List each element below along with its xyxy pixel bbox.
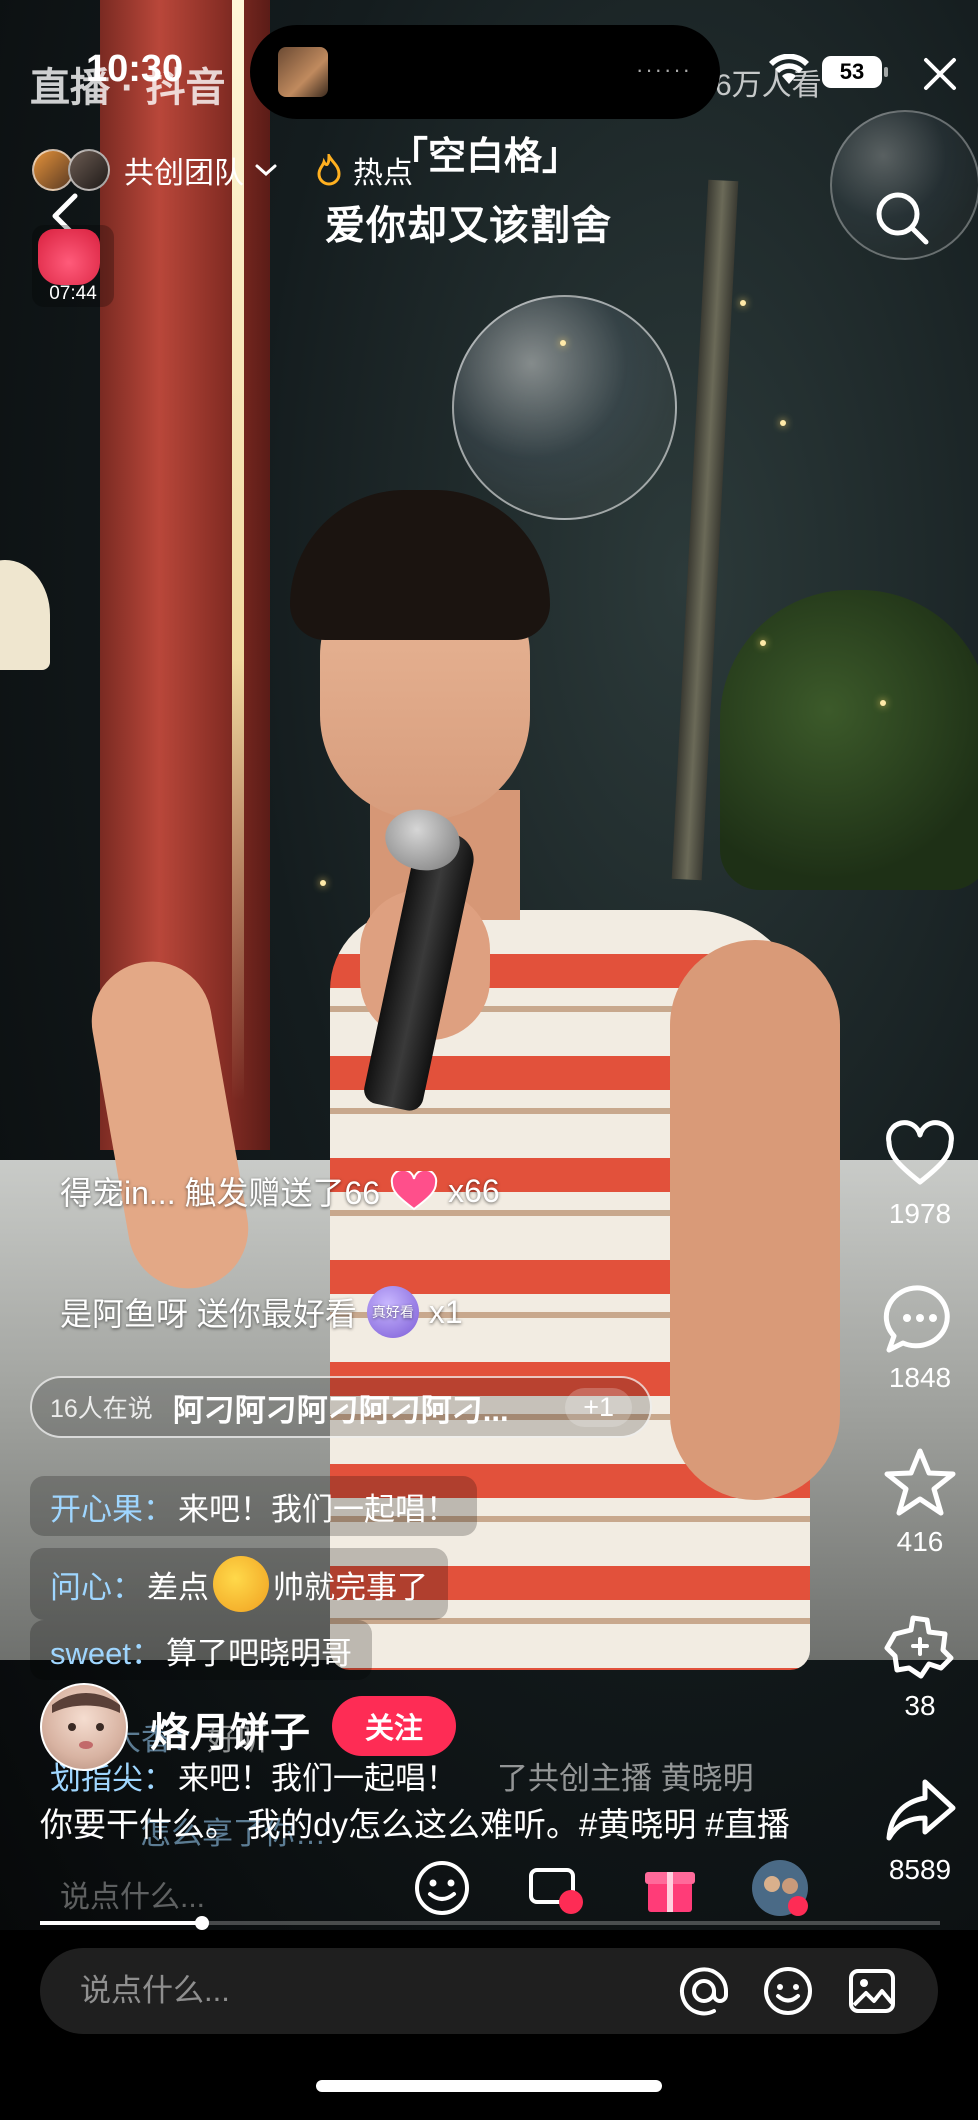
gift-notice: 得宠in... 触发赠送了66 x66	[60, 1168, 500, 1214]
comment-count: 1848	[888, 1362, 952, 1393]
gift-notice-text: 是阿鱼呀 送你最好看	[60, 1296, 357, 1332]
bottom-bar	[0, 1930, 978, 2120]
nice-looking-gift-icon: 真好看	[366, 1286, 419, 1338]
dynamic-island[interactable]: ······	[250, 25, 720, 119]
fairy-light	[740, 300, 746, 306]
flame-icon	[317, 154, 341, 186]
chevron-down-icon	[255, 164, 277, 177]
fairy-light	[560, 340, 566, 346]
trending-chant-pill[interactable]: 16人在说 阿刁阿刁阿刁阿刁阿刁... +1	[30, 1376, 652, 1438]
now-playing-thumbnail	[278, 47, 328, 97]
chat-username[interactable]: 问心：	[50, 1562, 143, 1607]
progress-fill	[40, 1921, 202, 1925]
progress-handle[interactable]	[195, 1916, 209, 1930]
fairy-light	[880, 700, 886, 706]
emoji-icon[interactable]	[412, 1858, 472, 1918]
team-avatars	[32, 147, 114, 193]
avatar	[68, 149, 110, 191]
chat-message: sweet： 算了吧晓明哥	[30, 1620, 372, 1680]
comment-button[interactable]: 1848	[865, 1282, 975, 1394]
chant-text: 阿刁阿刁阿刁阿刁阿刁...	[172, 1392, 509, 1428]
fairy-light	[780, 420, 786, 426]
share-button[interactable]: 8589	[865, 1774, 975, 1886]
chat-username[interactable]: 开心果：	[50, 1484, 174, 1529]
chat-message: 开心果： 来吧！我们一起唱！	[30, 1476, 477, 1536]
viewer-avatar-icon[interactable]	[750, 1858, 810, 1918]
status-bar: 直播 · 抖音 6万人看 10:30 ······ 53	[0, 0, 978, 140]
singer-arm	[670, 940, 840, 1500]
image-icon[interactable]	[846, 1965, 898, 2017]
at-mention-icon[interactable]	[678, 1965, 730, 2017]
gift-icon[interactable]	[640, 1858, 700, 1918]
search-icon[interactable]	[872, 188, 932, 248]
like-count: 1978	[888, 1198, 952, 1229]
share-count: 8589	[888, 1854, 952, 1885]
chat-username[interactable]: sweet：	[50, 1628, 162, 1673]
follow-button[interactable]: 关注	[332, 1696, 456, 1756]
chat-text: 算了吧晓明哥	[165, 1635, 352, 1671]
lucky-bag-timer: 07:44	[49, 283, 97, 304]
favorite-count: 416	[896, 1526, 944, 1557]
puzzle-icon	[884, 1615, 954, 1679]
fan-club-button[interactable]: 38	[865, 1610, 975, 1722]
gift-notice-text: 得宠in... 触发赠送了66	[60, 1175, 381, 1211]
host-name[interactable]: 烙月饼子	[150, 1700, 310, 1758]
people-talking-count: 16人在说	[50, 1395, 153, 1423]
heart-icon	[886, 1120, 954, 1185]
team-label: 共创团队	[124, 157, 244, 190]
close-icon[interactable]	[918, 52, 962, 96]
gift-multiplier: x66	[448, 1172, 500, 1209]
emoji-icon[interactable]	[762, 1965, 814, 2017]
favorite-button[interactable]: 416	[865, 1446, 975, 1558]
host-avatar[interactable]	[40, 1683, 128, 1771]
wifi-icon	[769, 54, 809, 84]
plus-one-button[interactable]: +1	[565, 1387, 632, 1427]
comment-bar[interactable]	[40, 1948, 938, 2034]
avatar-face	[52, 1693, 120, 1749]
chat-text: 差点	[147, 1569, 209, 1605]
star-icon	[884, 1448, 956, 1516]
gift-multiplier: x1	[428, 1293, 463, 1330]
bubble-balloon	[452, 295, 677, 520]
like-button[interactable]: 1978	[865, 1118, 975, 1230]
battery-icon: 53	[822, 56, 888, 88]
live-chat-input[interactable]: 说点什么...	[60, 1872, 205, 1916]
comment-input[interactable]	[80, 1973, 646, 2009]
status-time: 10:30	[86, 48, 184, 90]
laughing-emoji-icon	[213, 1556, 269, 1612]
lucky-bag-icon	[38, 229, 100, 285]
chat-text: 帅就完事了	[273, 1569, 428, 1605]
fan-count: 38	[904, 1690, 936, 1721]
chat-text: 了共创主播 黄晓明	[497, 1760, 754, 1796]
lyric-line: 爱你却又该割舍	[325, 202, 612, 249]
chat-text: 来吧！我们一起唱！	[178, 1760, 457, 1796]
share-arrow-icon	[886, 1779, 956, 1841]
heart-gift-icon	[390, 1171, 438, 1211]
chat-text: 来吧！我们一起唱！	[178, 1491, 457, 1527]
screen-cast-icon[interactable]	[525, 1858, 585, 1918]
singer-hair	[290, 490, 550, 640]
lamp	[0, 560, 50, 670]
gift-notice: 是阿鱼呀 送你最好看 真好看 x1	[60, 1286, 463, 1338]
lucky-bag-badge[interactable]: 07:44	[32, 225, 114, 307]
home-indicator[interactable]	[316, 2080, 662, 2092]
video-progress-bar[interactable]	[40, 1916, 940, 1930]
chat-message: 问心： 差点 帅就完事了	[30, 1548, 448, 1620]
comment-icon	[883, 1285, 950, 1353]
co-creation-team[interactable]: 共创团队	[32, 145, 278, 195]
video-caption: 你要干什么。 我的dy怎么这么难听。#黄晓明 #直播	[40, 1806, 790, 1843]
song-title: 「空白格」	[390, 133, 581, 178]
island-dots: ······	[636, 57, 692, 82]
